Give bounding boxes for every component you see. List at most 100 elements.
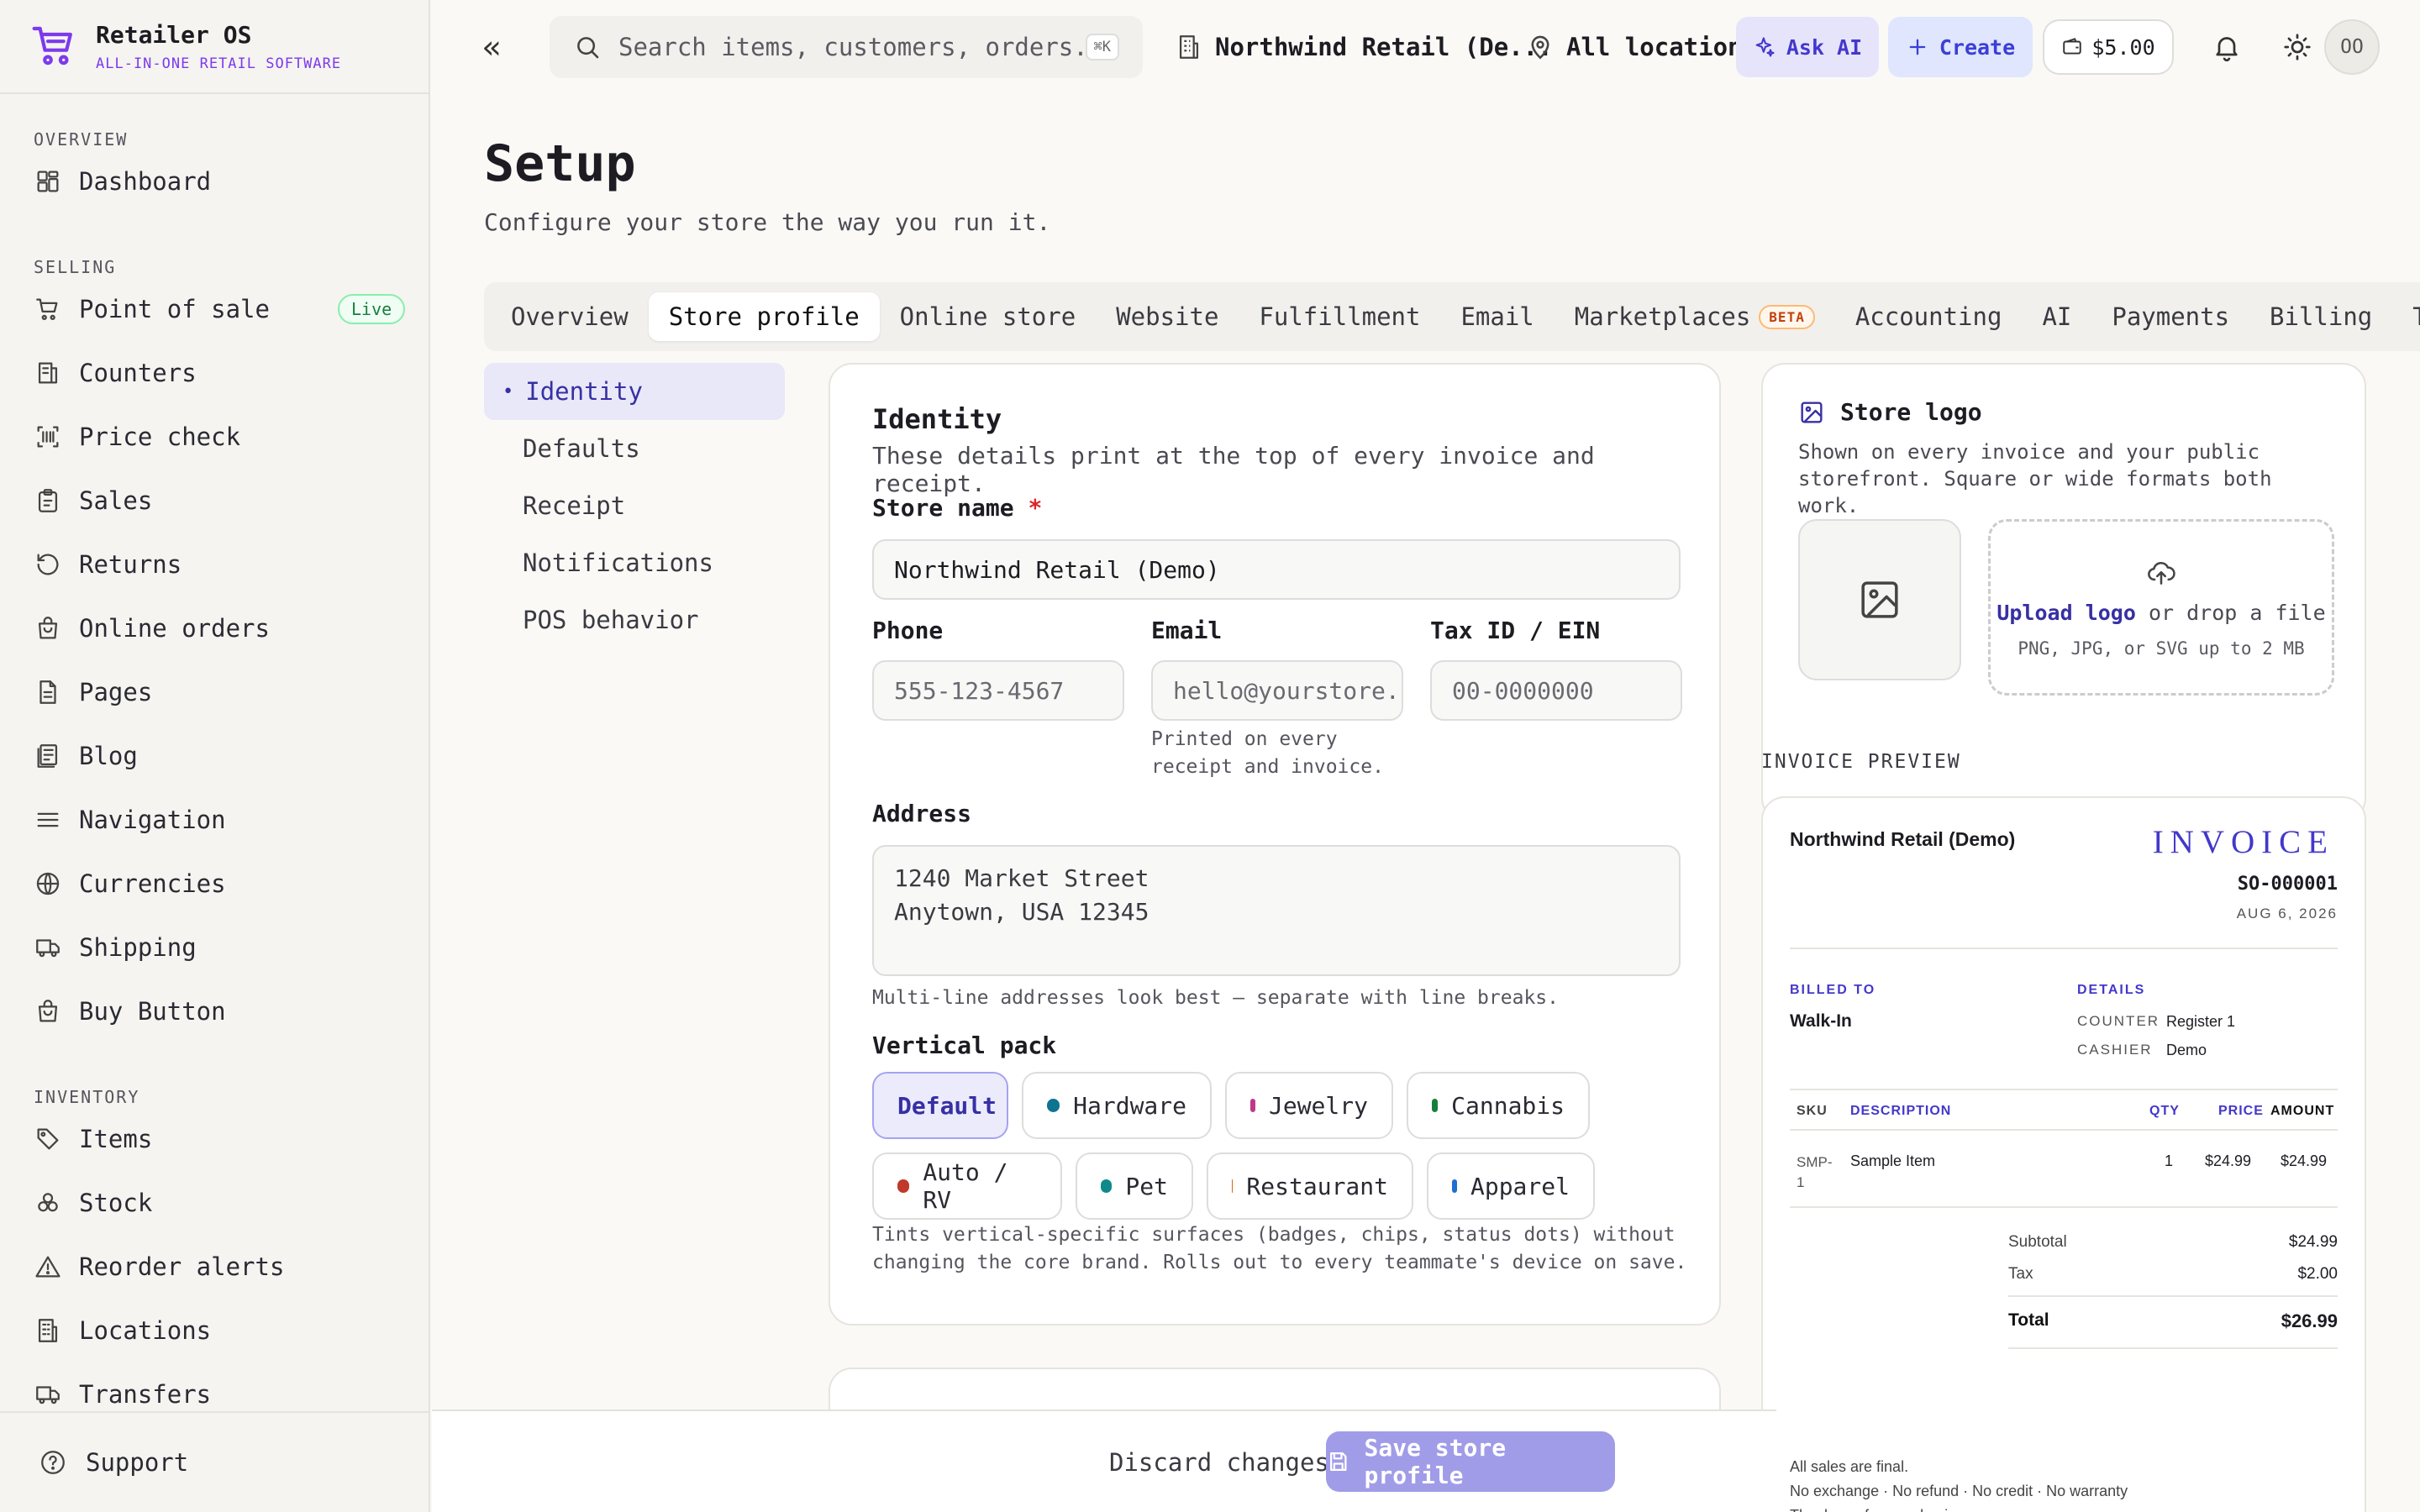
page-subtitle: Configure your store the way you run it.: [484, 208, 1051, 236]
sidebar-item-dashboard[interactable]: Dashboard: [0, 150, 429, 213]
address-help: Multi-line addresses look best — separat…: [872, 987, 1559, 1009]
plus-icon: [1909, 39, 1926, 55]
vertical-chip-jewelry[interactable]: Jewelry: [1225, 1072, 1393, 1139]
save-store-profile-button[interactable]: Save store profile: [1326, 1431, 1615, 1492]
brand-name: Retailer OS: [96, 20, 252, 49]
sidebar-item-online-orders[interactable]: Online orders: [0, 596, 429, 660]
sidebar-item-reorder-alerts[interactable]: Reorder alerts: [0, 1235, 429, 1299]
bell-icon[interactable]: [2212, 32, 2242, 62]
logo-dropzone[interactable]: Upload logo or drop a file PNG, JPG, or …: [1988, 519, 2334, 696]
main-content: Setup Configure your store the way you r…: [432, 94, 2420, 1512]
subnav-notifications[interactable]: Notifications: [484, 534, 785, 591]
balance-button[interactable]: $5.00: [2043, 19, 2174, 75]
status-dot: [1250, 1099, 1255, 1112]
sidebar-item-returns[interactable]: Returns: [0, 533, 429, 596]
sidebar-item-items[interactable]: Items: [0, 1107, 429, 1171]
row-qty: 1: [2165, 1152, 2174, 1169]
dashboard-icon: [37, 171, 59, 192]
tab-website[interactable]: Website: [1096, 292, 1239, 341]
sidebar-item-buy-button[interactable]: Buy Button: [0, 979, 429, 1043]
avatar[interactable]: OO: [2324, 19, 2380, 75]
sidebar-item-stock[interactable]: Stock: [0, 1171, 429, 1235]
tab-store-profile[interactable]: Store profile: [648, 292, 880, 341]
support-link[interactable]: Support: [0, 1411, 429, 1512]
discard-changes-button[interactable]: Discard changes: [1109, 1448, 1329, 1477]
bag-icon: [38, 1000, 58, 1022]
sidebar-item-blog[interactable]: Blog: [0, 724, 429, 788]
tab-fulfillment[interactable]: Fulfillment: [1239, 292, 1440, 341]
required-marker: *: [1028, 494, 1043, 522]
building-icon: [38, 1319, 58, 1342]
email-input[interactable]: hello@yourstore.c: [1151, 660, 1403, 721]
vertical-chip-apparel[interactable]: Apparel: [1427, 1152, 1595, 1220]
details-label: DETAILS: [2077, 983, 2146, 997]
sidebar-item-label: Blog: [79, 742, 138, 770]
sidebar-item-sales[interactable]: Sales: [0, 469, 429, 533]
subnav-identity[interactable]: Identity: [484, 363, 785, 420]
store-name-label: Store name *: [872, 494, 1042, 522]
upload-logo-link[interactable]: Upload logo: [1996, 601, 2136, 625]
vertical-chip-restaurant[interactable]: Restaurant: [1207, 1152, 1413, 1220]
identity-title: Identity: [872, 403, 1002, 435]
tab-online-store[interactable]: Online store: [880, 292, 1097, 341]
sidebar-item-price-check[interactable]: Price check: [0, 405, 429, 469]
address-textarea[interactable]: 1240 Market Street Anytown, USA 12345: [872, 845, 1681, 976]
wallet-icon: [2063, 38, 2082, 55]
save-icon: [1330, 1452, 1347, 1471]
sidebar-item-point-of-sale[interactable]: Point of sale Live: [0, 277, 429, 341]
tab-ai[interactable]: AI: [2022, 292, 2091, 341]
brand[interactable]: Retailer OS ALL-IN-ONE RETAIL SOFTWARE: [0, 0, 429, 94]
sidebar-item-locations[interactable]: Locations: [0, 1299, 429, 1362]
sidebar-item-shipping[interactable]: Shipping: [0, 916, 429, 979]
sidebar-item-pages[interactable]: Pages: [0, 660, 429, 724]
sidebar-item-label: Reorder alerts: [79, 1252, 285, 1281]
store-name-input[interactable]: Northwind Retail (Demo): [872, 539, 1681, 600]
sidebar-item-currencies[interactable]: Currencies: [0, 852, 429, 916]
sidebar-item-label: Navigation: [79, 806, 226, 834]
subnav-receipt[interactable]: Receipt: [484, 477, 785, 534]
tab-team[interactable]: Team: [2392, 292, 2420, 341]
divider: [1790, 1206, 2338, 1208]
tab-accounting[interactable]: Accounting: [1835, 292, 2023, 341]
invoice-heading: INVOICE: [2152, 824, 2334, 860]
billed-to-label: BILLED TO: [1790, 983, 1876, 997]
tab-email[interactable]: Email: [1440, 292, 1554, 341]
subnav-pos-behavior[interactable]: POS behavior: [484, 591, 785, 648]
divider: [1790, 948, 2338, 949]
tax-id-input[interactable]: 00-0000000: [1430, 660, 1682, 721]
invoice-footer: All sales are final. No exchange · No re…: [1790, 1458, 2128, 1512]
vertical-chip-cannabis[interactable]: Cannabis: [1407, 1072, 1590, 1139]
create-button[interactable]: Create: [1888, 17, 2033, 77]
sun-icon[interactable]: [2282, 32, 2312, 62]
tab-overview[interactable]: Overview: [491, 292, 649, 341]
search-input[interactable]: Search items, customers, orders... ⌘K: [550, 16, 1143, 78]
divider: [2008, 1347, 2338, 1349]
ask-ai-button[interactable]: Ask AI: [1736, 17, 1879, 77]
tax-id-label: Tax ID / EIN: [1430, 617, 1601, 644]
sidebar-item-label: Transfers: [79, 1380, 212, 1409]
phone-input[interactable]: 555-123-4567: [872, 660, 1124, 721]
tab-marketplaces[interactable]: Marketplaces BETA: [1555, 292, 1835, 341]
alert-icon: [35, 1256, 60, 1278]
vertical-chip-default[interactable]: Default: [872, 1072, 1008, 1139]
col-qty: QTY: [2149, 1104, 2180, 1118]
collapse-sidebar-button[interactable]: «: [482, 29, 502, 66]
sidebar-item-navigation[interactable]: Navigation: [0, 788, 429, 852]
store-switcher[interactable]: Northwind Retail (De...: [1175, 33, 1553, 61]
phone-label: Phone: [872, 617, 944, 644]
location-switcher[interactable]: All locations: [1526, 33, 1757, 61]
store-logo-title: Store logo: [1798, 398, 1982, 426]
tab-label: Fulfillment: [1259, 302, 1421, 331]
sidebar-item-label: Buy Button: [79, 997, 226, 1026]
sidebar: Retailer OS ALL-IN-ONE RETAIL SOFTWARE O…: [0, 0, 430, 1512]
vertical-chip-auto-rv[interactable]: Auto / RV: [872, 1152, 1062, 1220]
tab-payments[interactable]: Payments: [2091, 292, 2249, 341]
vertical-chip-hardware[interactable]: Hardware: [1022, 1072, 1212, 1139]
tax-value: $2.00: [2297, 1265, 2338, 1283]
subnav-defaults[interactable]: Defaults: [484, 420, 785, 477]
chip-label: Pet: [1125, 1172, 1168, 1200]
tab-billing[interactable]: Billing: [2249, 292, 2392, 341]
sidebar-item-transfers[interactable]: Transfers: [0, 1362, 429, 1411]
vertical-chip-pet[interactable]: Pet: [1076, 1152, 1193, 1220]
sidebar-item-counters[interactable]: Counters: [0, 341, 429, 405]
